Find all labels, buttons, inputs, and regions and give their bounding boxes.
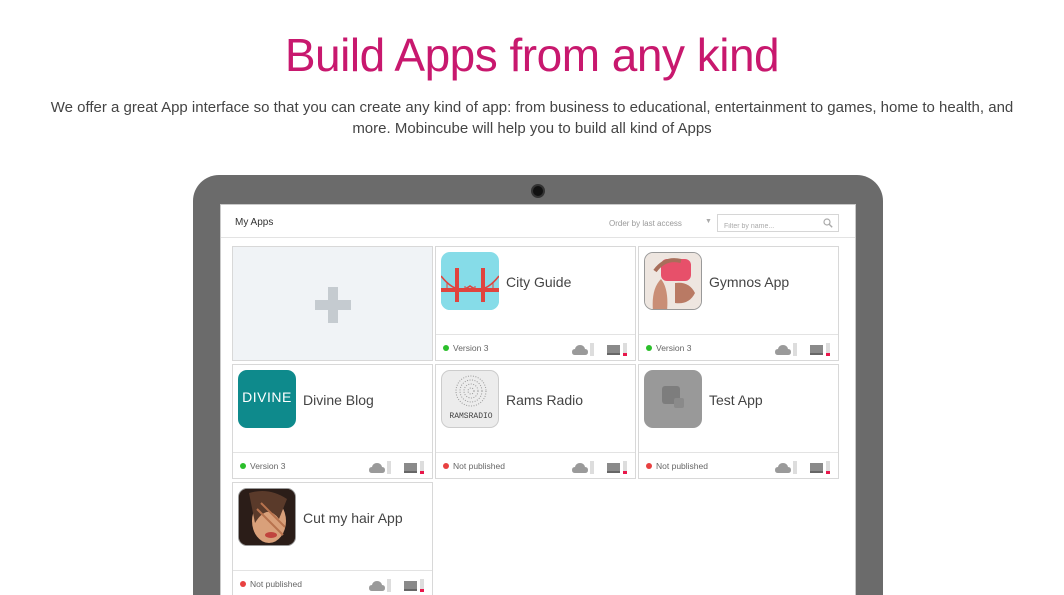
status-dot-icon: [240, 581, 246, 587]
fitness-photo-icon: [644, 252, 702, 310]
app-name: Divine Blog: [303, 392, 374, 408]
app-card[interactable]: DIVINE Divine Blog Version 3: [232, 364, 433, 479]
description-line-1: We offer a great App interface so that y…: [50, 99, 1014, 116]
chevron-down-icon[interactable]: ▼: [705, 218, 712, 225]
app-card-footer: Not published: [639, 452, 838, 478]
rams-radio-logo-icon: RAMSRADIO: [441, 370, 499, 428]
status-label: Not published: [656, 461, 708, 471]
divine-logo-text: DIVINE: [242, 389, 292, 405]
app-card-footer: Version 3: [436, 334, 635, 360]
status-dot-icon: [443, 463, 449, 469]
cloud-publish-icon[interactable]: [775, 342, 799, 356]
status-dot-icon: [646, 345, 652, 351]
filter-field[interactable]: [717, 214, 839, 235]
cloud-publish-icon[interactable]: [572, 460, 596, 474]
status-dot-icon: [646, 463, 652, 469]
test-app-icon: [644, 370, 702, 428]
status-dot-icon: [443, 345, 449, 351]
cloud-publish-icon[interactable]: [572, 342, 596, 356]
app-card-footer: Not published: [233, 570, 432, 595]
app-card-footer: Version 3: [639, 334, 838, 360]
dashboard-title: My Apps: [235, 217, 274, 228]
app-card-footer: Version 3: [233, 452, 432, 478]
app-card[interactable]: City Guide Version 3: [435, 246, 636, 361]
device-icon[interactable]: [607, 460, 629, 474]
rams-radio-logo-text: RAMSRADIO: [449, 412, 493, 421]
camera-icon: [531, 184, 545, 198]
status-label: Not published: [453, 461, 505, 471]
app-card[interactable]: Cut my hair App Not published: [232, 482, 433, 595]
laptop-frame: My Apps Order by last access ▼ Filter by…: [193, 175, 883, 595]
app-name: City Guide: [506, 274, 572, 290]
dashboard-header: My Apps Order by last access ▼: [221, 205, 855, 238]
status-label: Version 3: [250, 461, 286, 471]
page-title: Build Apps from any kind: [284, 29, 780, 81]
device-icon[interactable]: [404, 460, 426, 474]
golden-gate-bridge-icon: [441, 252, 499, 310]
hair-portrait-icon: [238, 488, 296, 546]
filter-input[interactable]: [718, 218, 818, 235]
divine-logo-icon: DIVINE: [238, 370, 296, 428]
status-dot-icon: [240, 463, 246, 469]
status-label: Version 3: [656, 343, 692, 353]
app-card[interactable]: Test App Not published: [638, 364, 839, 479]
search-icon[interactable]: [823, 218, 833, 228]
device-icon[interactable]: [607, 342, 629, 356]
status-label: Version 3: [453, 343, 489, 353]
cloud-publish-icon[interactable]: [775, 460, 799, 474]
app-name: Test App: [709, 392, 763, 408]
app-name: Rams Radio: [506, 392, 584, 408]
order-dropdown[interactable]: Order by last access: [609, 219, 682, 228]
page-description: We offer a great App interface so that y…: [30, 97, 1034, 139]
cloud-publish-icon[interactable]: [369, 460, 393, 474]
app-name: Cut my hair App: [303, 510, 403, 526]
app-name: Gymnos App: [709, 274, 790, 290]
app-card[interactable]: Gymnos App Version 3: [638, 246, 839, 361]
device-icon[interactable]: [810, 460, 832, 474]
device-icon[interactable]: [404, 578, 426, 592]
description-line-2: more. Mobincube will help you to build a…: [352, 120, 712, 137]
device-icon[interactable]: [810, 342, 832, 356]
add-app-button[interactable]: [232, 246, 433, 361]
app-card[interactable]: RAMSRADIO Rams Radio Not published: [435, 364, 636, 479]
plus-icon: [315, 287, 351, 323]
laptop-screen: My Apps Order by last access ▼ Filter by…: [220, 204, 856, 595]
status-label: Not published: [250, 579, 302, 589]
app-card-footer: Not published: [436, 452, 635, 478]
cloud-publish-icon[interactable]: [369, 578, 393, 592]
